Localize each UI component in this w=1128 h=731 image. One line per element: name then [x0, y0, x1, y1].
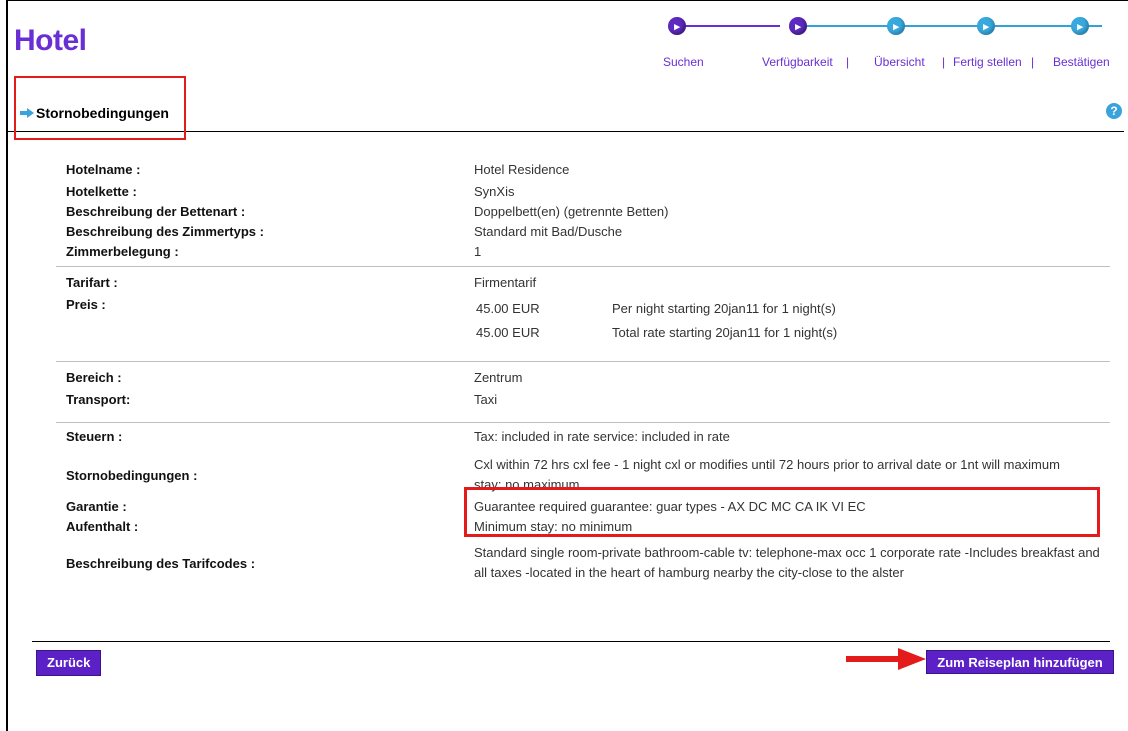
detail-label: Bereich :: [66, 370, 122, 385]
detail-value: 1: [474, 244, 482, 259]
detail-label: Preis :: [66, 297, 106, 312]
detail-row: Zimmerbelegung : 1: [56, 244, 1110, 264]
detail-value: Tax: included in rate service: included …: [474, 429, 730, 444]
detail-value: Doppelbett(en) (getrennte Betten): [474, 204, 669, 219]
step-label-uebersicht: Übersicht: [874, 55, 925, 69]
step-dot-fertig-stellen: ▸: [977, 17, 995, 35]
price-row: 45.00 EUR Total rate starting 20jan11 fo…: [476, 325, 1110, 349]
detail-label: Beschreibung des Zimmertyps :: [66, 224, 264, 239]
detail-label: Stornobedingungen :: [66, 467, 198, 483]
rate-group: Tarifart : Firmentarif Preis : 45.00 EUR…: [56, 266, 1110, 361]
location-group: Bereich : Zentrum Transport: Taxi: [56, 361, 1110, 422]
page-title: Hotel: [14, 24, 87, 57]
hotel-info-group: Hotelname : Hotel Residence Hotelkette :…: [56, 160, 1110, 266]
highlight-box-section-title: [14, 76, 186, 140]
detail-label: Hotelkette :: [66, 184, 137, 199]
detail-value: Zentrum: [474, 370, 523, 385]
detail-value: Hotel Residence: [474, 162, 570, 177]
price-amount: 45.00 EUR: [476, 325, 540, 340]
detail-label: Aufenthalt :: [66, 519, 139, 534]
price-description: Total rate starting 20jan11 for 1 night(…: [612, 325, 838, 340]
detail-row: Bereich : Zentrum: [56, 364, 1110, 392]
detail-label: Zimmerbelegung :: [66, 244, 179, 259]
detail-row: Hotelname : Hotel Residence: [56, 162, 1110, 184]
detail-row: Hotelkette : SynXis: [56, 184, 1110, 204]
step-dot-bestaetigen: ▸: [1071, 17, 1089, 35]
detail-value: Standard single room-private bathroom-ca…: [474, 545, 1100, 580]
detail-row-tarifart: Tarifart : Firmentarif: [56, 269, 1110, 297]
detail-row: Beschreibung des Tarifcodes : Standard s…: [56, 541, 1110, 585]
highlight-box-cancellation: [464, 487, 1100, 537]
red-arrow-icon: [846, 648, 926, 670]
step-separator: |: [1031, 55, 1035, 69]
back-button[interactable]: Zurück: [36, 650, 102, 676]
detail-row: Transport: Taxi: [56, 392, 1110, 420]
progress-line-done: [680, 25, 780, 27]
step-dot-uebersicht: ▸: [887, 17, 905, 35]
progress-steps: ▸ ▸ ▸ ▸ ▸ Suchen Verfügbarkeit | Übersic…: [660, 8, 1120, 69]
step-label-suchen: Suchen: [663, 55, 704, 69]
detail-label: Hotelname :: [66, 162, 141, 177]
step-dot-suchen: ▸: [668, 17, 686, 35]
detail-row-preis: Preis : 45.00 EUR Per night starting 20j…: [56, 297, 1110, 359]
detail-value: Firmentarif: [474, 275, 537, 290]
detail-label: Transport:: [66, 392, 131, 407]
footer-divider: [32, 641, 1110, 642]
price-list: 45.00 EUR Per night starting 20jan11 for…: [474, 297, 1110, 359]
detail-value: Standard mit Bad/Dusche: [474, 224, 623, 239]
detail-label: Garantie :: [66, 499, 127, 514]
detail-row: Beschreibung des Zimmertyps : Standard m…: [56, 224, 1110, 244]
price-amount: 45.00 EUR: [476, 301, 540, 316]
step-label-bestaetigen: Bestätigen: [1053, 55, 1110, 69]
step-separator: |: [846, 55, 850, 69]
window-top-border: [6, 0, 1128, 1]
detail-label: Tarifart :: [66, 275, 118, 290]
detail-label: Beschreibung des Tarifcodes :: [66, 555, 256, 571]
detail-value: Taxi: [474, 392, 498, 407]
step-label-fertig-stellen: Fertig stellen: [953, 55, 1022, 69]
price-description: Per night starting 20jan11 for 1 night(s…: [612, 301, 836, 316]
add-to-itinerary-button[interactable]: Zum Reiseplan hinzufügen: [926, 650, 1114, 674]
detail-label: Steuern :: [66, 429, 123, 444]
detail-value: SynXis: [474, 184, 515, 199]
detail-label: Beschreibung der Bettenart :: [66, 204, 246, 219]
price-row: 45.00 EUR Per night starting 20jan11 for…: [476, 301, 1110, 325]
step-label-verfuegbarkeit: Verfügbarkeit: [762, 55, 833, 69]
progress-line-todo: [798, 25, 1102, 27]
step-separator: |: [942, 55, 946, 69]
detail-row: Beschreibung der Bettenart : Doppelbett(…: [56, 204, 1110, 224]
detail-row: Steuern : Tax: included in rate service:…: [56, 425, 1110, 451]
step-dot-verfuegbarkeit: ▸: [789, 17, 807, 35]
help-icon[interactable]: ?: [1106, 103, 1122, 119]
